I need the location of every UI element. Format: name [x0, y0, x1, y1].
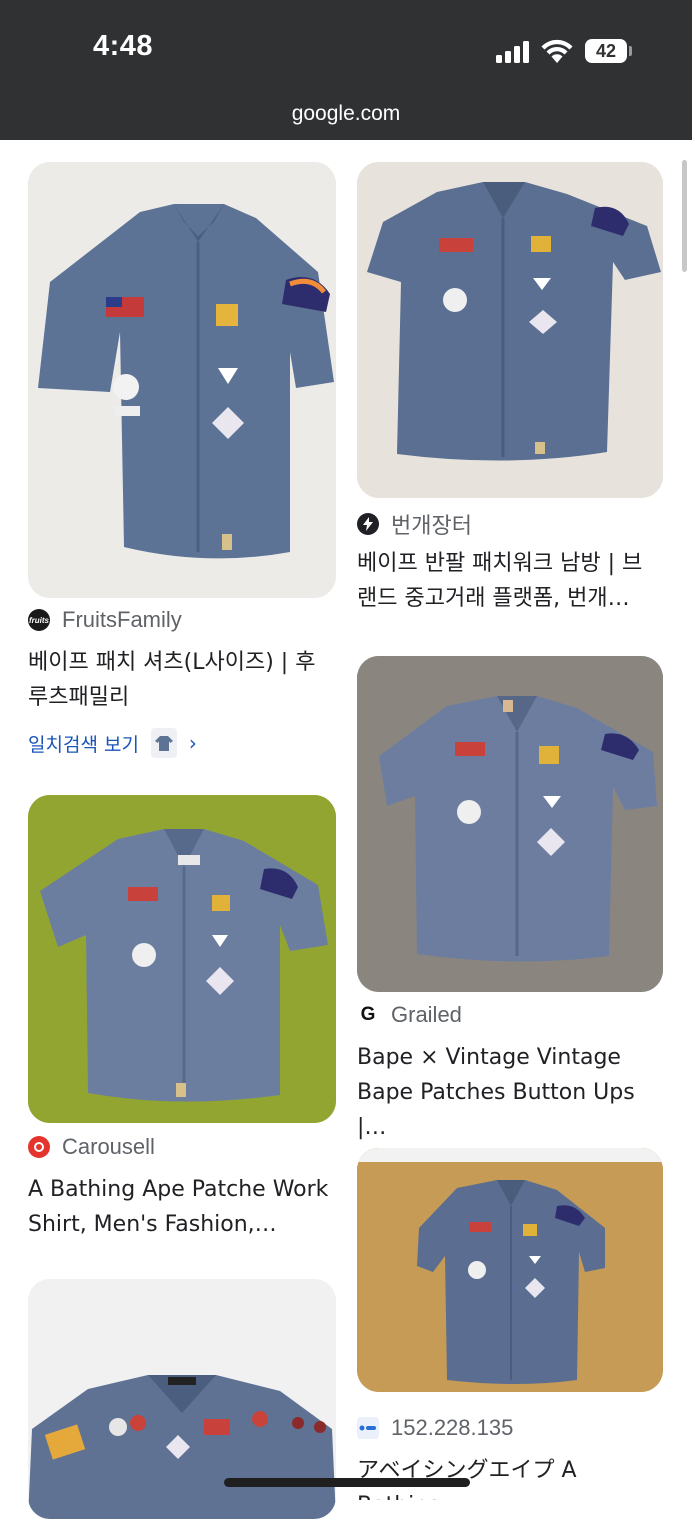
result-source-4[interactable]: Carousell [28, 1134, 155, 1160]
result-image-2[interactable] [357, 162, 663, 498]
source-name: 번개장터 [391, 513, 472, 538]
title-line: A Bathing Ape Patche Work [28, 1177, 329, 1202]
exact-match-link[interactable]: 일치검색 보기 › [28, 728, 197, 758]
result-title-4[interactable]: A Bathing Ape Patche Work Shirt, Men's F… [28, 1172, 338, 1242]
result-source-2[interactable]: 번개장터 [357, 508, 472, 540]
title-line: 루츠패밀리 [28, 685, 130, 710]
bolt-icon [357, 513, 379, 535]
cell-signal-icon [496, 41, 532, 63]
source-name: Grailed [391, 1002, 462, 1027]
exact-match-label: 일치검색 보기 [28, 733, 139, 756]
source-name: 152.228.135 [391, 1415, 514, 1440]
shirt-image [357, 162, 663, 498]
shirt-image [28, 162, 336, 598]
result-image-3[interactable] [357, 656, 663, 992]
title-line: 베이프 반팔 패치워크 남방 | 브 [357, 551, 643, 576]
address-bar-url[interactable]: google.com [0, 102, 692, 126]
title-line: Bape × Vintage Vintage [357, 1045, 621, 1070]
result-title-2[interactable]: 베이프 반팔 패치워크 남방 | 브 랜드 중고거래 플랫폼, 번개… [357, 546, 667, 616]
result-title-3[interactable]: Bape × Vintage Vintage Bape Patches Butt… [357, 1040, 667, 1145]
title-line: Bape Patches Button Ups |… [357, 1080, 635, 1140]
battery-indicator: 42 [585, 39, 627, 63]
shirt-thumbnail-icon [150, 728, 177, 758]
shirt-image [357, 656, 663, 992]
result-source-3[interactable]: G Grailed [357, 1002, 462, 1028]
status-bar: 4:48 42 google.com [0, 0, 692, 140]
title-line: 베이프 패치 셔츠(L사이즈) | 후 [28, 650, 316, 675]
shirt-image [357, 1148, 663, 1392]
site-favicon-icon [357, 1417, 379, 1439]
title-line: 랜드 중고거래 플랫폼, 번개… [357, 586, 630, 611]
result-title-1[interactable]: 베이프 패치 셔츠(L사이즈) | 후 루츠패밀리 [28, 645, 338, 715]
source-name: Carousell [62, 1134, 155, 1159]
result-source-5[interactable]: 152.228.135 [357, 1415, 513, 1441]
grailed-logo-icon: G [357, 1004, 379, 1026]
result-image-1[interactable] [28, 162, 336, 598]
chevron-right-icon: › [188, 731, 197, 755]
result-image-5[interactable] [357, 1148, 663, 1392]
title-line: アベイシングエイプ A Bathing [357, 1458, 577, 1500]
result-source-1[interactable]: fruits FruitsFamily [28, 607, 182, 633]
source-name: FruitsFamily [62, 607, 182, 632]
carousell-logo-icon [28, 1136, 50, 1158]
result-image-4[interactable] [28, 795, 336, 1123]
shirt-image [28, 795, 336, 1123]
status-time: 4:48 [93, 30, 154, 62]
scrollbar[interactable] [682, 160, 687, 272]
title-line: Shirt, Men's Fashion,… [28, 1212, 277, 1237]
home-indicator[interactable] [224, 1478, 470, 1487]
battery-nub [629, 46, 632, 56]
result-title-5[interactable]: アベイシングエイプ A Bathing [357, 1453, 667, 1500]
wifi-icon [541, 39, 573, 63]
fruitsfamily-logo-icon: fruits [28, 609, 50, 631]
